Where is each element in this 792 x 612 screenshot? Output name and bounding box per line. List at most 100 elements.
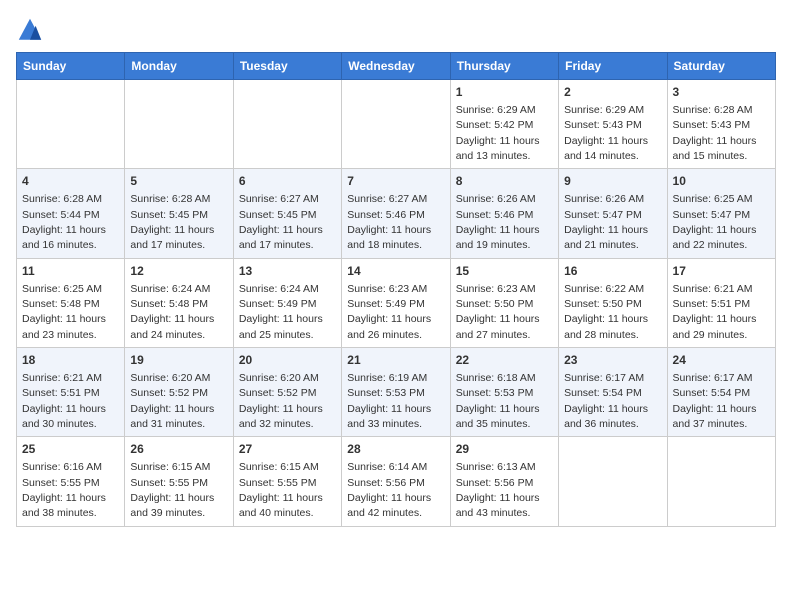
day-info: Sunrise: 6:20 AMSunset: 5:52 PMDaylight:…	[130, 372, 214, 430]
calendar-cell	[559, 437, 667, 526]
calendar-cell: 5 Sunrise: 6:28 AMSunset: 5:45 PMDaylight…	[125, 169, 233, 258]
calendar-cell: 12 Sunrise: 6:24 AMSunset: 5:48 PMDayligh…	[125, 258, 233, 347]
day-header-tuesday: Tuesday	[233, 53, 341, 80]
day-number: 10	[673, 173, 770, 190]
day-number: 27	[239, 441, 336, 458]
calendar-cell: 11 Sunrise: 6:25 AMSunset: 5:48 PMDayligh…	[17, 258, 125, 347]
day-info: Sunrise: 6:26 AMSunset: 5:47 PMDaylight:…	[564, 193, 648, 251]
day-info: Sunrise: 6:26 AMSunset: 5:46 PMDaylight:…	[456, 193, 540, 251]
day-number: 24	[673, 352, 770, 369]
calendar-cell	[233, 80, 341, 169]
calendar-week-row: 25Sunrise: 6:16 AMSunset: 5:55 PMDayligh…	[17, 437, 776, 526]
day-info: Sunrise: 6:14 AMSunset: 5:56 PMDaylight:…	[347, 461, 431, 519]
day-info: Sunrise: 6:21 AMSunset: 5:51 PMDaylight:…	[22, 372, 106, 430]
day-number: 8	[456, 173, 553, 190]
day-number: 12	[130, 263, 227, 280]
calendar-week-row: 4Sunrise: 6:28 AMSunset: 5:44 PMDaylight…	[17, 169, 776, 258]
calendar-cell: 8 Sunrise: 6:26 AMSunset: 5:46 PMDaylight…	[450, 169, 558, 258]
day-number: 28	[347, 441, 444, 458]
calendar-cell: 27 Sunrise: 6:15 AMSunset: 5:55 PMDayligh…	[233, 437, 341, 526]
calendar-cell: 17 Sunrise: 6:21 AMSunset: 5:51 PMDayligh…	[667, 258, 775, 347]
calendar-cell: 29 Sunrise: 6:13 AMSunset: 5:56 PMDayligh…	[450, 437, 558, 526]
day-number: 7	[347, 173, 444, 190]
day-number: 21	[347, 352, 444, 369]
calendar-header-row: SundayMondayTuesdayWednesdayThursdayFrid…	[17, 53, 776, 80]
day-header-sunday: Sunday	[17, 53, 125, 80]
calendar-cell: 7 Sunrise: 6:27 AMSunset: 5:46 PMDaylight…	[342, 169, 450, 258]
day-header-wednesday: Wednesday	[342, 53, 450, 80]
day-info: Sunrise: 6:21 AMSunset: 5:51 PMDaylight:…	[673, 283, 757, 341]
calendar-cell	[342, 80, 450, 169]
calendar-cell: 19 Sunrise: 6:20 AMSunset: 5:52 PMDayligh…	[125, 348, 233, 437]
day-info: Sunrise: 6:28 AMSunset: 5:45 PMDaylight:…	[130, 193, 214, 251]
day-number: 6	[239, 173, 336, 190]
calendar-cell: 16 Sunrise: 6:22 AMSunset: 5:50 PMDayligh…	[559, 258, 667, 347]
calendar-cell: 9Sunrise: 6:26 AMSunset: 5:47 PMDaylight…	[559, 169, 667, 258]
day-info: Sunrise: 6:28 AMSunset: 5:43 PMDaylight:…	[673, 104, 757, 162]
calendar-cell: 4Sunrise: 6:28 AMSunset: 5:44 PMDaylight…	[17, 169, 125, 258]
day-number: 2	[564, 84, 661, 101]
calendar-cell: 6Sunrise: 6:27 AMSunset: 5:45 PMDaylight…	[233, 169, 341, 258]
day-info: Sunrise: 6:29 AMSunset: 5:43 PMDaylight:…	[564, 104, 648, 162]
day-number: 13	[239, 263, 336, 280]
day-info: Sunrise: 6:13 AMSunset: 5:56 PMDaylight:…	[456, 461, 540, 519]
logo-icon	[16, 16, 44, 44]
day-info: Sunrise: 6:23 AMSunset: 5:50 PMDaylight:…	[456, 283, 540, 341]
calendar-cell: 22 Sunrise: 6:18 AMSunset: 5:53 PMDayligh…	[450, 348, 558, 437]
day-info: Sunrise: 6:15 AMSunset: 5:55 PMDaylight:…	[239, 461, 323, 519]
calendar-cell: 15 Sunrise: 6:23 AMSunset: 5:50 PMDayligh…	[450, 258, 558, 347]
day-info: Sunrise: 6:20 AMSunset: 5:52 PMDaylight:…	[239, 372, 323, 430]
calendar-cell: 23 Sunrise: 6:17 AMSunset: 5:54 PMDayligh…	[559, 348, 667, 437]
calendar-cell: 3 Sunrise: 6:28 AMSunset: 5:43 PMDaylight…	[667, 80, 775, 169]
calendar-week-row: 1 Sunrise: 6:29 AMSunset: 5:42 PMDaylight…	[17, 80, 776, 169]
day-info: Sunrise: 6:17 AMSunset: 5:54 PMDaylight:…	[673, 372, 757, 430]
day-number: 5	[130, 173, 227, 190]
day-number: 18	[22, 352, 119, 369]
calendar-cell: 21 Sunrise: 6:19 AMSunset: 5:53 PMDayligh…	[342, 348, 450, 437]
calendar-week-row: 18 Sunrise: 6:21 AMSunset: 5:51 PMDayligh…	[17, 348, 776, 437]
calendar-cell: 24 Sunrise: 6:17 AMSunset: 5:54 PMDayligh…	[667, 348, 775, 437]
day-info: Sunrise: 6:19 AMSunset: 5:53 PMDaylight:…	[347, 372, 431, 430]
calendar-cell	[667, 437, 775, 526]
day-info: Sunrise: 6:15 AMSunset: 5:55 PMDaylight:…	[130, 461, 214, 519]
day-number: 16	[564, 263, 661, 280]
logo	[16, 16, 48, 44]
calendar-cell: 18 Sunrise: 6:21 AMSunset: 5:51 PMDayligh…	[17, 348, 125, 437]
day-info: Sunrise: 6:24 AMSunset: 5:49 PMDaylight:…	[239, 283, 323, 341]
day-info: Sunrise: 6:18 AMSunset: 5:53 PMDaylight:…	[456, 372, 540, 430]
day-header-saturday: Saturday	[667, 53, 775, 80]
day-number: 17	[673, 263, 770, 280]
day-number: 11	[22, 263, 119, 280]
day-info: Sunrise: 6:28 AMSunset: 5:44 PMDaylight:…	[22, 193, 106, 251]
calendar-cell	[17, 80, 125, 169]
calendar-cell: 13 Sunrise: 6:24 AMSunset: 5:49 PMDayligh…	[233, 258, 341, 347]
day-info: Sunrise: 6:22 AMSunset: 5:50 PMDaylight:…	[564, 283, 648, 341]
calendar-cell: 25Sunrise: 6:16 AMSunset: 5:55 PMDayligh…	[17, 437, 125, 526]
calendar-cell: 20Sunrise: 6:20 AMSunset: 5:52 PMDayligh…	[233, 348, 341, 437]
calendar-cell	[125, 80, 233, 169]
day-info: Sunrise: 6:29 AMSunset: 5:42 PMDaylight:…	[456, 104, 540, 162]
day-number: 29	[456, 441, 553, 458]
calendar-week-row: 11 Sunrise: 6:25 AMSunset: 5:48 PMDayligh…	[17, 258, 776, 347]
day-info: Sunrise: 6:24 AMSunset: 5:48 PMDaylight:…	[130, 283, 214, 341]
calendar-cell: 14Sunrise: 6:23 AMSunset: 5:49 PMDayligh…	[342, 258, 450, 347]
day-number: 26	[130, 441, 227, 458]
day-number: 3	[673, 84, 770, 101]
header	[16, 16, 776, 44]
day-info: Sunrise: 6:25 AMSunset: 5:47 PMDaylight:…	[673, 193, 757, 251]
day-number: 23	[564, 352, 661, 369]
day-header-monday: Monday	[125, 53, 233, 80]
day-info: Sunrise: 6:25 AMSunset: 5:48 PMDaylight:…	[22, 283, 106, 341]
calendar-cell: 26 Sunrise: 6:15 AMSunset: 5:55 PMDayligh…	[125, 437, 233, 526]
day-info: Sunrise: 6:17 AMSunset: 5:54 PMDaylight:…	[564, 372, 648, 430]
day-number: 19	[130, 352, 227, 369]
day-number: 22	[456, 352, 553, 369]
day-info: Sunrise: 6:27 AMSunset: 5:46 PMDaylight:…	[347, 193, 431, 251]
day-number: 15	[456, 263, 553, 280]
calendar-table: SundayMondayTuesdayWednesdayThursdayFrid…	[16, 52, 776, 527]
day-number: 1	[456, 84, 553, 101]
day-number: 25	[22, 441, 119, 458]
calendar-cell: 2 Sunrise: 6:29 AMSunset: 5:43 PMDaylight…	[559, 80, 667, 169]
day-number: 14	[347, 263, 444, 280]
calendar-cell: 10 Sunrise: 6:25 AMSunset: 5:47 PMDayligh…	[667, 169, 775, 258]
